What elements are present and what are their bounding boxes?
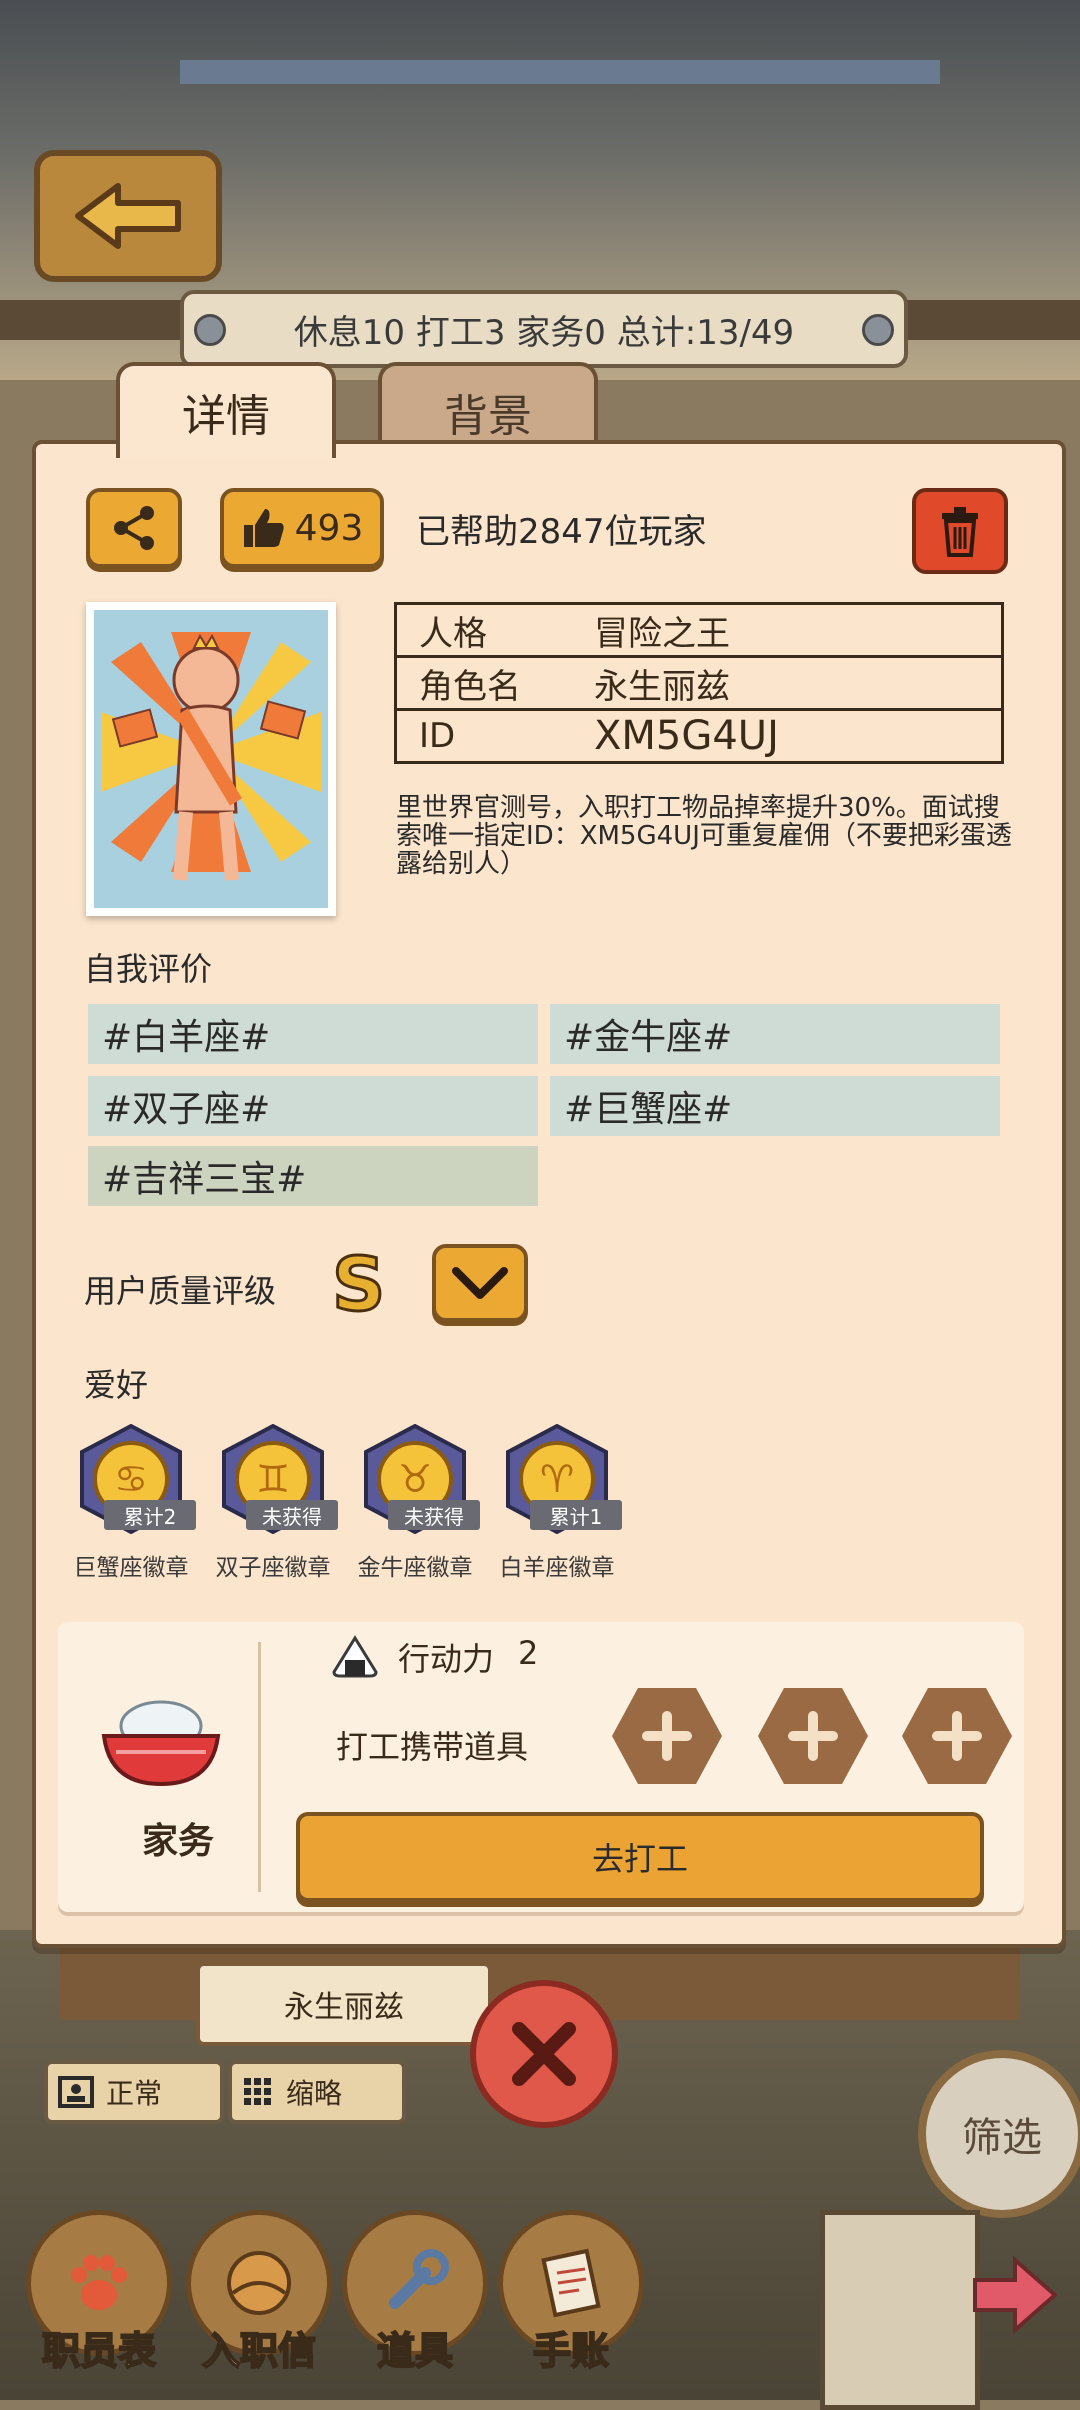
tag-item: #巨蟹座# bbox=[550, 1076, 1000, 1136]
nav-journal-label: 手账 bbox=[532, 2328, 610, 2374]
tools-label: 打工携带道具 bbox=[336, 1728, 529, 1766]
cabinet-decoration bbox=[820, 2210, 980, 2410]
hobby-label: 爱好 bbox=[84, 1366, 149, 1404]
self-eval-label: 自我评价 bbox=[84, 950, 213, 988]
bowl-icon bbox=[101, 1700, 221, 1787]
tag-item: #金牛座# bbox=[550, 1004, 1000, 1064]
like-count: 493 bbox=[294, 507, 364, 549]
work-stats-bar: 休息10 打工3 家务0 总计:13/49 bbox=[180, 290, 908, 368]
view-mode-compact-label: 缩略 bbox=[286, 2077, 343, 2110]
badge-cancer[interactable]: ♋ 累计2 巨蟹座徽章 bbox=[66, 1423, 196, 1582]
character-portrait bbox=[86, 602, 336, 916]
svg-text:♊: ♊ bbox=[256, 1457, 290, 1501]
view-mode-normal-label: 正常 bbox=[106, 2077, 163, 2110]
tag-item: #吉祥三宝# bbox=[88, 1146, 538, 1206]
tag-item: #双子座# bbox=[88, 1076, 538, 1136]
chores-label: 家务 bbox=[141, 1821, 214, 1862]
view-mode-normal-button[interactable]: 正常 bbox=[44, 2060, 224, 2124]
info-row-personality: 人格 冒险之王 bbox=[397, 605, 1001, 658]
badge-status-chip: 未获得 bbox=[388, 1500, 480, 1530]
nav-staff-list-label: 职员表 bbox=[41, 2328, 157, 2374]
badge-aries[interactable]: ♈ 累计1 白羊座徽章 bbox=[492, 1423, 622, 1582]
nav-items[interactable]: 道具 bbox=[340, 2210, 490, 2375]
bolt-icon bbox=[862, 314, 894, 346]
bolt-icon bbox=[194, 314, 226, 346]
info-value: 永生丽兹 bbox=[594, 666, 730, 707]
svg-text:♈: ♈ bbox=[540, 1457, 574, 1501]
action-power-label: 行动力 bbox=[398, 1640, 495, 1678]
nav-offer-letter-label: 入职信 bbox=[201, 2328, 317, 2374]
close-button[interactable] bbox=[470, 1980, 618, 2128]
character-avatar-image bbox=[94, 610, 328, 908]
info-key: 人格 bbox=[419, 613, 487, 654]
svg-text:♉: ♉ bbox=[398, 1457, 432, 1501]
plus-icon bbox=[902, 1688, 1012, 1784]
info-row-role-name: 角色名 永生丽兹 bbox=[397, 658, 1001, 711]
nav-staff-list[interactable]: 职员表 bbox=[24, 2210, 174, 2375]
onigiri-icon bbox=[330, 1634, 380, 1682]
info-key: ID bbox=[419, 716, 456, 756]
tab-details-label: 详情 bbox=[182, 391, 270, 442]
filter-label: 筛选 bbox=[962, 2115, 1042, 2161]
chevron-down-icon bbox=[452, 1267, 508, 1299]
character-description: 里世界官测号，入职打工物品掉率提升30%。面试搜索唯一指定ID：XM5G4UJ可… bbox=[396, 793, 1012, 879]
like-button[interactable]: 493 bbox=[220, 488, 384, 568]
tab-background-label: 背景 bbox=[444, 391, 532, 442]
share-button[interactable] bbox=[86, 488, 182, 568]
chores-button[interactable] bbox=[96, 1692, 226, 1796]
trash-icon bbox=[942, 507, 978, 557]
nav-offer-letter[interactable]: 入职信 bbox=[184, 2210, 334, 2375]
tab-details[interactable]: 详情 bbox=[116, 362, 336, 458]
character-info-table: 人格 冒险之王 角色名 永生丽兹 ID XM5G4UJ bbox=[394, 602, 1004, 764]
share-icon bbox=[114, 506, 154, 550]
info-value: 冒险之王 bbox=[594, 613, 730, 654]
work-panel: 家务 行动力 2 打工携带道具 去打工 bbox=[58, 1622, 1024, 1912]
filter-button[interactable]: 筛选 bbox=[918, 2050, 1080, 2218]
close-icon bbox=[512, 2022, 576, 2086]
quality-rating-label: 用户质量评级 bbox=[84, 1272, 277, 1310]
nav-items-label: 道具 bbox=[376, 2328, 454, 2374]
nav-journal[interactable]: 手账 bbox=[496, 2210, 646, 2375]
badge-gemini[interactable]: ♊ 未获得 双子座徽章 bbox=[208, 1423, 338, 1582]
badge-name: 白羊座徽章 bbox=[499, 1555, 615, 1581]
back-button[interactable] bbox=[34, 150, 222, 282]
add-tool-slot-3[interactable] bbox=[900, 1686, 1014, 1786]
quality-expand-button[interactable] bbox=[432, 1244, 528, 1322]
helped-players-text: 已帮助2847位玩家 bbox=[416, 512, 707, 552]
background-skylight bbox=[180, 60, 940, 84]
arrow-left-icon bbox=[75, 183, 181, 249]
plus-icon bbox=[758, 1688, 868, 1784]
badge-name: 双子座徽章 bbox=[215, 1555, 331, 1581]
info-row-id: ID XM5G4UJ bbox=[397, 711, 1001, 761]
badge-status-chip: 累计1 bbox=[530, 1500, 622, 1530]
add-tool-slot-2[interactable] bbox=[756, 1686, 870, 1786]
delete-button[interactable] bbox=[912, 488, 1008, 574]
panel-divider bbox=[258, 1642, 261, 1892]
tag-item: #白羊座# bbox=[88, 1004, 538, 1064]
add-tool-slot-1[interactable] bbox=[610, 1686, 724, 1786]
badge-name: 金牛座徽章 bbox=[357, 1555, 473, 1581]
view-mode-compact-button[interactable]: 缩略 bbox=[228, 2060, 406, 2124]
plus-icon bbox=[612, 1688, 722, 1784]
badge-name: 巨蟹座徽章 bbox=[73, 1555, 189, 1581]
go-work-button[interactable]: 去打工 bbox=[296, 1812, 984, 1902]
svg-text:♋: ♋ bbox=[114, 1457, 148, 1501]
quality-grade: S bbox=[330, 1241, 386, 1330]
employee-detail-card: 493 已帮助2847位玩家 人格 冒险之王 角色名 永生丽兹 ID XM5G4… bbox=[32, 440, 1066, 1948]
character-nameplate: 永生丽兹 bbox=[196, 1962, 492, 2046]
thumbs-up-icon bbox=[243, 509, 284, 547]
badge-status-chip: 未获得 bbox=[246, 1500, 338, 1530]
badge-status-chip: 累计2 bbox=[104, 1500, 196, 1530]
id-card-icon bbox=[58, 2076, 94, 2108]
info-key: 角色名 bbox=[419, 666, 521, 707]
arrow-right-icon[interactable] bbox=[970, 2250, 1060, 2344]
work-stats-text: 休息10 打工3 家务0 总计:13/49 bbox=[293, 312, 795, 353]
action-power-value: 2 bbox=[518, 1634, 539, 1672]
badge-taurus[interactable]: ♉ 未获得 金牛座徽章 bbox=[350, 1423, 480, 1582]
info-value: XM5G4UJ bbox=[594, 713, 779, 759]
grid-icon bbox=[242, 2076, 274, 2108]
